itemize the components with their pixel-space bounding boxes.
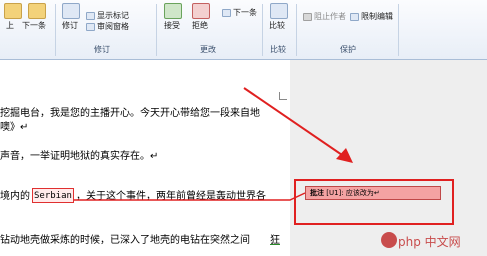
ribbon-separator — [398, 4, 399, 56]
block-authors-button[interactable]: 阻止作者 — [314, 12, 346, 22]
tracking-group-label: 修订 — [94, 45, 110, 54]
changes-group-label: 更改 — [200, 45, 216, 54]
markup-balloon-area — [290, 60, 487, 256]
document-line-4-start: 境内的 — [0, 191, 30, 202]
comment-label: 批注 — [310, 189, 324, 197]
commented-word[interactable]: Serbian — [34, 190, 72, 203]
track-changes-button[interactable]: 修订 — [62, 21, 78, 31]
document-line-2: 噢》↵ — [0, 122, 29, 133]
show-markup-icon[interactable] — [86, 12, 95, 20]
compare-group-label: 比较 — [270, 45, 286, 54]
compare-icon[interactable] — [270, 3, 288, 19]
track-changes-icon[interactable] — [62, 3, 80, 19]
previous-comment-button[interactable]: 上 — [6, 21, 14, 31]
accept-button[interactable]: 接受 — [164, 21, 180, 31]
restrict-editing-icon[interactable] — [350, 13, 359, 21]
document-line-4-end: ，关于这个事件，两年前曾经是轰动世界各 — [76, 191, 266, 202]
restrict-editing-button[interactable]: 限制编辑 — [361, 12, 393, 22]
reject-button[interactable]: 拒绝 — [192, 21, 208, 31]
comment-text: 应该改为↵ — [345, 189, 380, 197]
ribbon-separator — [262, 4, 263, 56]
ribbon-separator — [296, 4, 297, 56]
comment-balloon[interactable]: 批注 [U1]: 应该改为↵ — [305, 186, 441, 200]
reject-icon[interactable] — [192, 3, 210, 19]
ribbon-separator — [55, 4, 56, 56]
protect-group-label: 保护 — [340, 45, 356, 54]
next-comment-button[interactable]: 下一条 — [22, 21, 46, 31]
compare-button[interactable]: 比较 — [269, 21, 285, 31]
ribbon: 上 下一条 修订 显示标记 审阅窗格 修订 接受 拒绝 下一条 更改 比较 比较… — [0, 0, 487, 60]
next-comment-icon[interactable] — [28, 3, 46, 19]
page-margin-corner — [279, 92, 287, 100]
reviewing-pane-button[interactable]: 审阅窗格 — [97, 22, 129, 32]
next-change-button[interactable]: 下一条 — [233, 8, 257, 18]
document-line-5-underlined: 狂 — [270, 235, 280, 246]
block-authors-icon[interactable] — [303, 13, 312, 21]
watermark-text: php 中文网 — [398, 235, 461, 249]
show-markup-button[interactable]: 显示标记 — [97, 11, 129, 21]
document-line-3: 声音，一举证明地狱的真实存在。↵ — [0, 151, 159, 162]
ribbon-separator — [156, 4, 157, 56]
document-line-5: 钻动地壳做采炼的时候，已深入了地壳的电钻在突然之间 — [0, 235, 250, 246]
document-line-1: 挖掘电台，我是您的主播开心。今天开心带给您一段来自地 — [0, 108, 260, 119]
reviewing-pane-icon[interactable] — [86, 23, 95, 31]
next-change-icon[interactable] — [222, 9, 231, 17]
previous-comment-icon[interactable] — [4, 3, 22, 19]
comment-ref: [U1]: — [326, 189, 344, 197]
watermark-logo — [381, 232, 397, 248]
accept-icon[interactable] — [164, 3, 182, 19]
